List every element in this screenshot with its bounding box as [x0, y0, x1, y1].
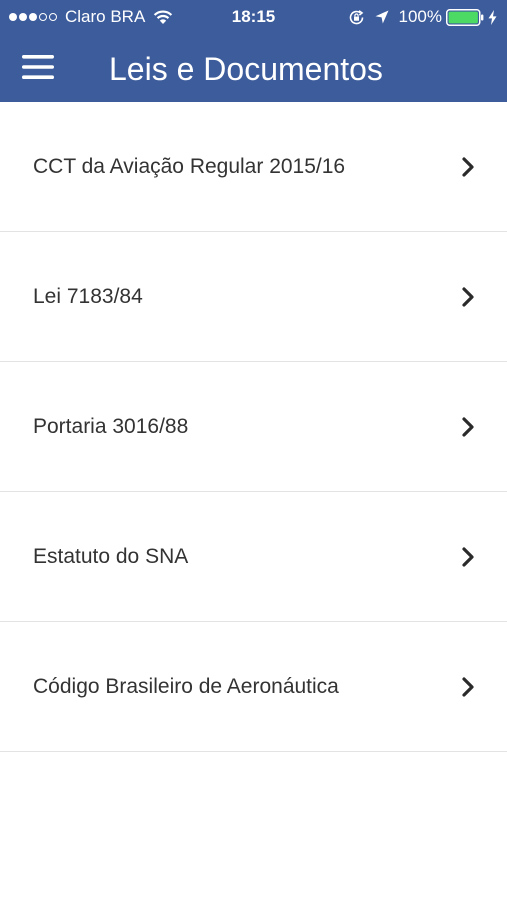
- page-title: Leis e Documentos: [109, 51, 383, 87]
- list-item[interactable]: Estatuto do SNA: [0, 492, 507, 622]
- chevron-right-icon: [462, 286, 474, 307]
- chevron-right-icon: [462, 156, 474, 177]
- chevron-right-icon: [462, 676, 474, 697]
- list-item[interactable]: Código Brasileiro de Aeronáutica: [0, 622, 507, 752]
- list-item-label: Código Brasileiro de Aeronáutica: [33, 674, 339, 698]
- battery-icon: [446, 8, 484, 26]
- orientation-lock-icon: [349, 9, 363, 24]
- status-bar: Claro BRA 18:15 100%: [0, 0, 507, 34]
- list-item-label: Portaria 3016/88: [33, 414, 189, 438]
- app-header: Claro BRA 18:15 100% Leis e Documentos: [0, 0, 507, 102]
- status-right: 100%: [348, 7, 497, 27]
- charging-bolt-icon: [488, 9, 497, 25]
- app-screen: Claro BRA 18:15 100% Leis e Documentos C…: [0, 0, 507, 900]
- list-item-label: CCT da Aviação Regular 2015/16: [33, 154, 346, 178]
- documents-list: CCT da Aviação Regular 2015/16 Lei 7183/…: [0, 102, 507, 752]
- chevron-right-icon: [462, 416, 474, 437]
- list-item[interactable]: CCT da Aviação Regular 2015/16: [0, 102, 507, 232]
- nav-bar: Leis e Documentos: [0, 34, 507, 102]
- list-item-label: Lei 7183/84: [33, 284, 143, 308]
- list-item[interactable]: Lei 7183/84: [0, 232, 507, 362]
- menu-button[interactable]: [14, 44, 62, 90]
- chevron-right-icon: [462, 546, 474, 567]
- list-item-label: Estatuto do SNA: [33, 544, 189, 568]
- list-item[interactable]: Portaria 3016/88: [0, 362, 507, 492]
- location-arrow-icon: [375, 10, 389, 24]
- battery-percent: 100%: [398, 7, 442, 26]
- hamburger-menu-icon: [22, 55, 54, 79]
